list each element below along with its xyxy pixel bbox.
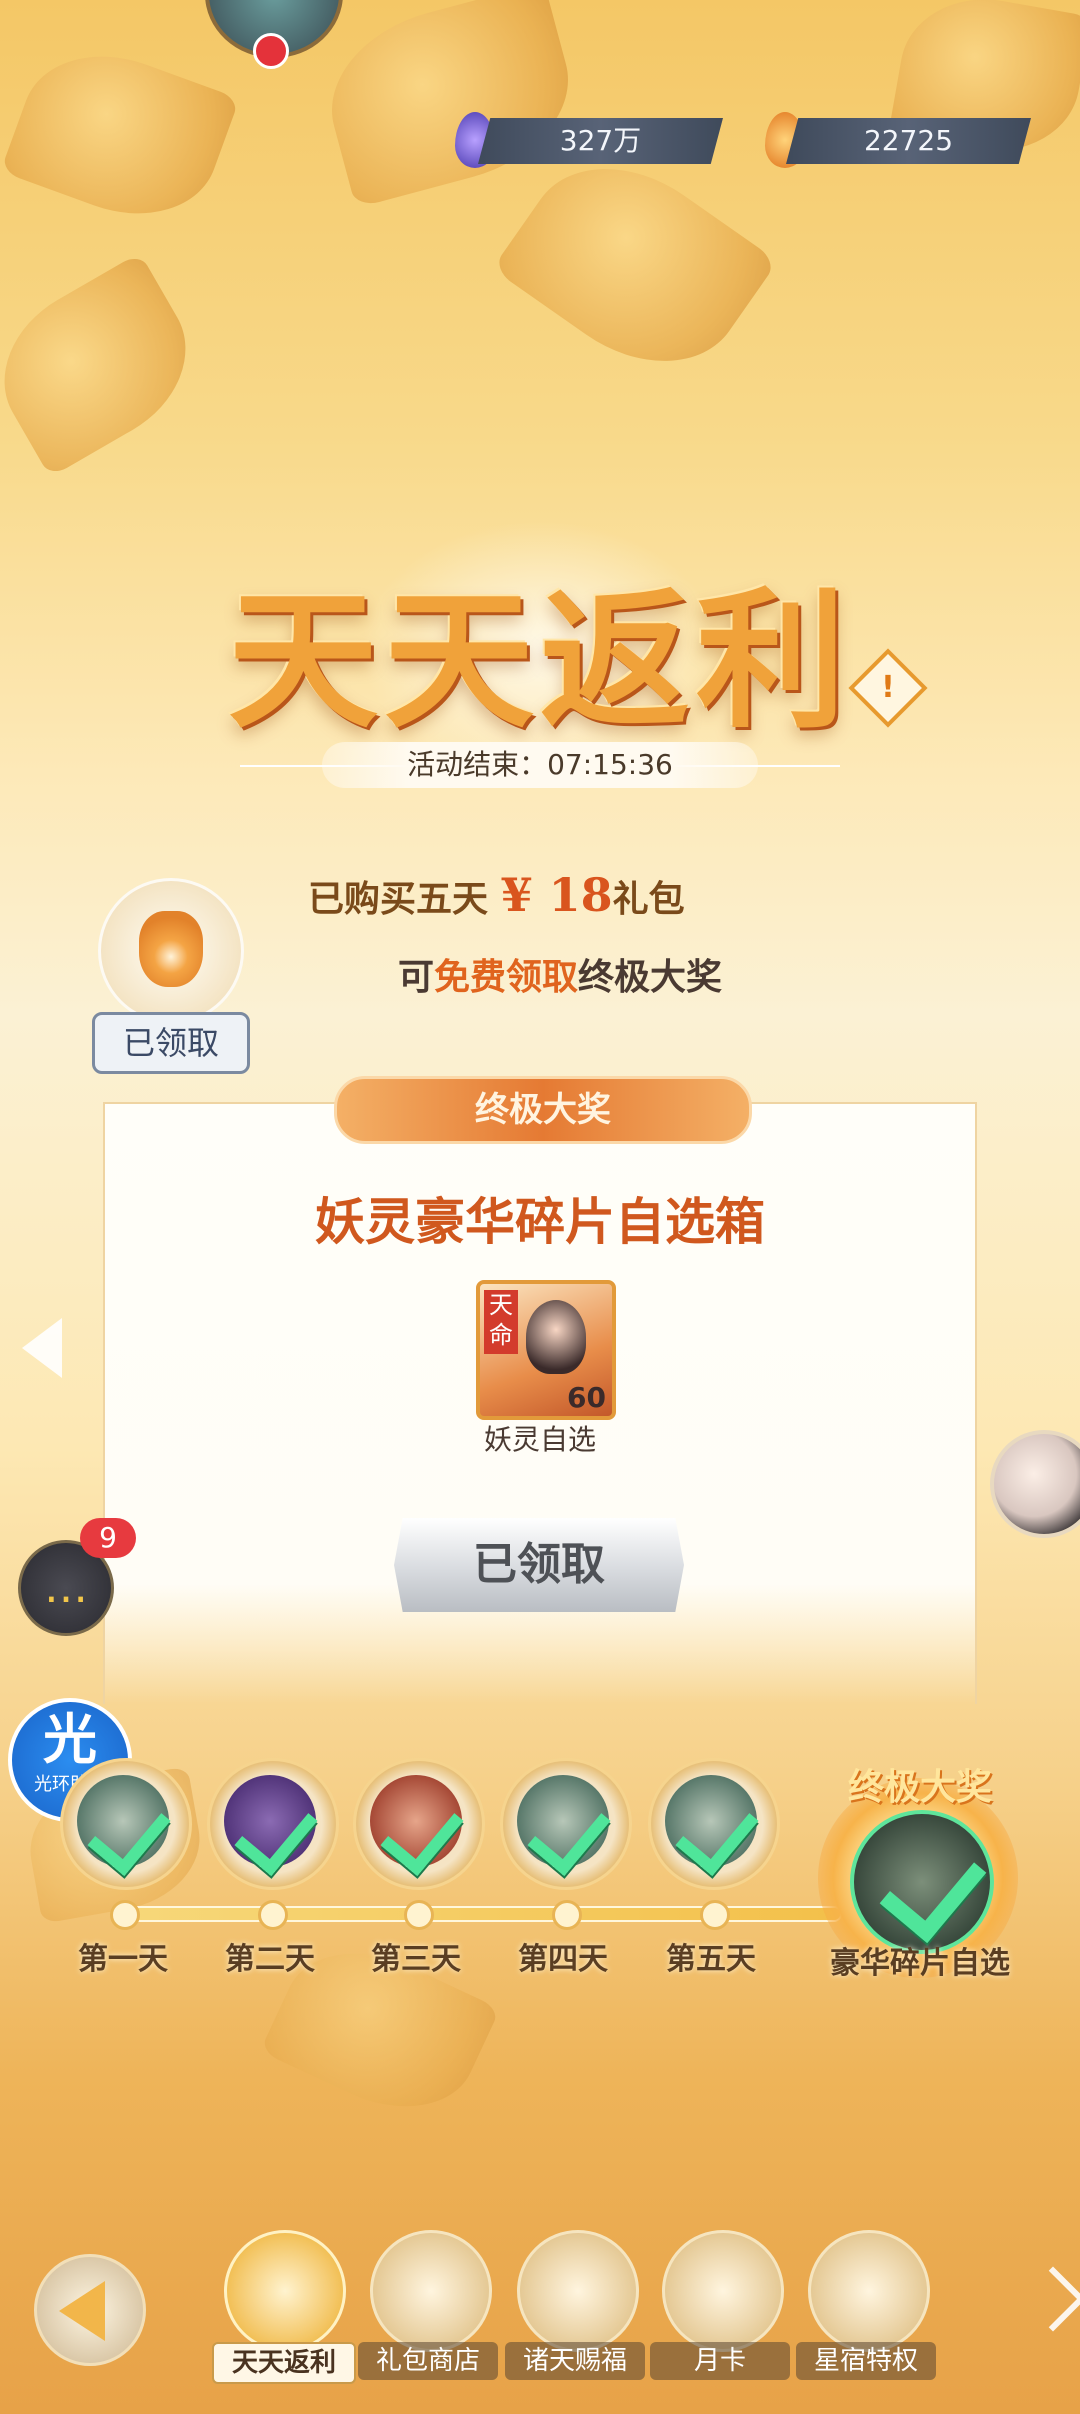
nav-label: 诸天赐福 [505, 2342, 645, 2380]
day-reward-4[interactable] [500, 1758, 632, 1890]
day-label: 第四天 [518, 1942, 608, 1977]
notice2-prefix: 可 [398, 956, 435, 998]
nav-tiantian-fanli[interactable]: 天天返利 [212, 2230, 356, 2384]
nav-monthly-card[interactable]: 月卡 [650, 2230, 790, 2380]
nav-blessing[interactable]: 诸天赐福 [505, 2230, 645, 2380]
day-label: 第三天 [371, 1942, 461, 1977]
claimed-button[interactable]: 已领取 [394, 1518, 684, 1612]
check-icon [234, 1789, 318, 1877]
prize-name: 妖灵豪华碎片自选箱 [315, 1192, 765, 1251]
day-label: 第一天 [78, 1942, 168, 1977]
purchase-notice: 已购买五天 ¥ 18礼包 [308, 868, 685, 922]
progress-track [120, 1908, 840, 1920]
progress-node [258, 1900, 288, 1930]
check-icon [879, 1832, 987, 1944]
day-reward-1[interactable] [60, 1758, 192, 1890]
reward-icon [517, 1775, 611, 1877]
final-reward-label: 豪华碎片自选 [830, 1946, 1010, 1981]
gem-balance: 327万 [478, 118, 723, 164]
progress-node [110, 1900, 140, 1930]
check-icon [380, 1789, 464, 1877]
bag-claimed-label: 已领取 [92, 1012, 250, 1074]
reward-notice: 可免费领取终极大奖 [398, 948, 722, 1000]
progress-node [404, 1900, 434, 1930]
prize-item-card[interactable]: 天命 60 [476, 1280, 616, 1420]
reward-icon [665, 1775, 759, 1877]
day-reward-3[interactable] [353, 1758, 485, 1890]
day-reward-5[interactable] [648, 1758, 780, 1890]
nav-label: 天天返利 [212, 2342, 356, 2384]
notice-suffix: 礼包 [612, 878, 685, 920]
back-button[interactable] [34, 2254, 146, 2366]
day-reward-2[interactable] [207, 1758, 339, 1890]
reward-icon [850, 1810, 994, 1954]
nav-star-privilege[interactable]: 星宿特权 [796, 2230, 936, 2380]
rarity-badge: 天命 [484, 1290, 518, 1354]
nav-label: 星宿特权 [796, 2342, 936, 2380]
day-label: 第二天 [225, 1942, 315, 1977]
event-title: 天天返利 [227, 573, 852, 749]
back-arrow-icon [59, 2281, 105, 2341]
notice2-highlight: 免费领取 [434, 956, 579, 998]
event-timer: 活动结束：07:15:36 [322, 742, 758, 788]
day-label: 第五天 [666, 1942, 756, 1977]
nav-label: 月卡 [650, 2342, 790, 2380]
reward-icon [224, 1775, 318, 1877]
sparkle-decoration [22, 1318, 62, 1378]
taiji-icon [808, 2230, 930, 2352]
notice-price: ¥ 18 [500, 868, 613, 922]
rabbit-icon [517, 2230, 639, 2352]
notification-dot [253, 33, 289, 69]
reward-icon [370, 1775, 464, 1877]
pavilion-icon [370, 2230, 492, 2352]
progress-node [700, 1900, 730, 1930]
nav-gift-shop[interactable]: 礼包商店 [358, 2230, 498, 2380]
coin-balance: 22725 [786, 118, 1031, 164]
chat-badge: 9 [80, 1518, 136, 1558]
moon-icon [662, 2230, 784, 2352]
progress-node [552, 1900, 582, 1930]
gift-bag-icon[interactable] [98, 878, 244, 1024]
check-icon [87, 1789, 171, 1877]
nav-label: 礼包商店 [358, 2342, 498, 2380]
notice2-suffix: 终极大奖 [578, 956, 723, 998]
prize-item-label: 妖灵自选 [483, 1423, 596, 1456]
final-reward-title: 终极大奖 [847, 1766, 992, 1808]
check-icon [675, 1789, 759, 1877]
notice-prefix: 已购买五天 [308, 878, 489, 920]
prize-header: 终极大奖 [334, 1076, 752, 1144]
exclamation-icon: ! [881, 670, 895, 705]
treasure-icon [224, 2230, 346, 2352]
character-portrait [526, 1300, 586, 1374]
check-icon [527, 1789, 611, 1877]
reward-icon [77, 1775, 171, 1877]
item-quantity: 60 [567, 1381, 606, 1414]
